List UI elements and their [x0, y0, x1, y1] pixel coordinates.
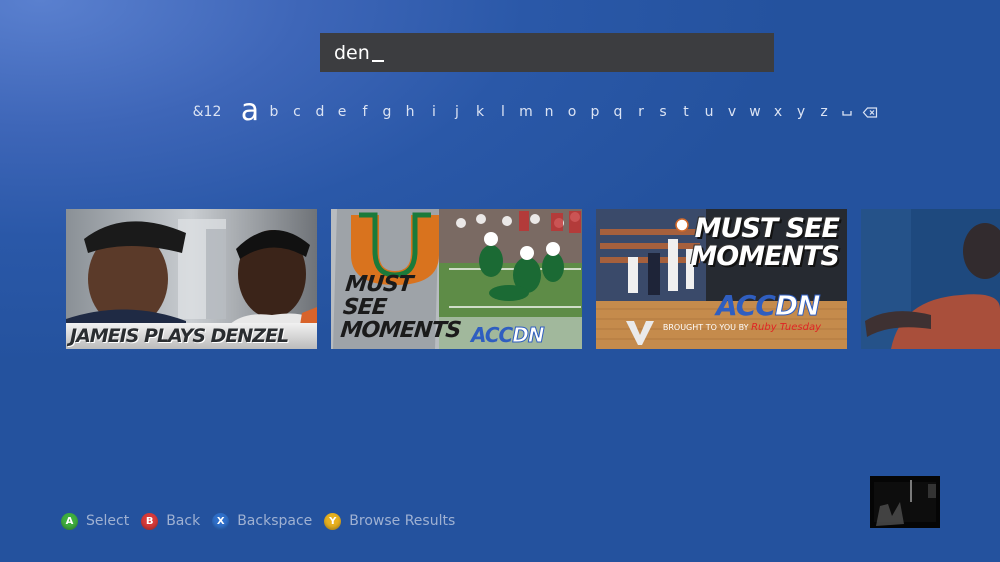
key-l[interactable]: l [496, 96, 510, 128]
key-q[interactable]: q [611, 96, 625, 128]
key-e[interactable]: e [335, 96, 349, 128]
hint-label: Backspace [237, 513, 313, 529]
key-f[interactable]: f [358, 96, 372, 128]
result-tile-3[interactable]: MUST SEE MOMENTS ACCDN BROUGHT TO YOU BY… [596, 209, 847, 349]
key-h[interactable]: h [403, 96, 417, 128]
hint-browse-results[interactable]: Y Browse Results [324, 512, 456, 530]
tile-caption: MUST SEE MOMENTS [690, 213, 840, 272]
key-p[interactable]: p [588, 96, 602, 128]
caption-line: MUST [344, 272, 414, 297]
backspace-icon [862, 106, 878, 118]
key-n[interactable]: n [542, 96, 556, 128]
y-button-icon: Y [324, 512, 342, 530]
accdn-logo: ACCDN [716, 289, 821, 323]
sponsor-brand: Ruby Tuesday [751, 322, 821, 333]
tile-caption: MUST SEE MOMENTS [339, 272, 466, 343]
key-o[interactable]: o [565, 96, 579, 128]
key-y[interactable]: y [794, 96, 808, 128]
key-k[interactable]: k [473, 96, 487, 128]
hint-label: Back [166, 513, 201, 529]
key-i[interactable]: i [427, 96, 441, 128]
key-b[interactable]: b [267, 96, 281, 128]
result-tile-2[interactable]: MUST SEE MOMENTS ACCDN [331, 209, 582, 349]
video-preview [870, 476, 940, 528]
hint-backspace[interactable]: X Backspace [212, 512, 313, 530]
key-z[interactable]: z [817, 96, 831, 128]
key-m[interactable]: m [519, 96, 533, 128]
sponsor-line: BROUGHT TO YOU BY Ruby Tuesday [663, 322, 821, 333]
text-cursor [371, 59, 384, 62]
key-x[interactable]: x [771, 96, 785, 128]
accdn-logo: ACCDN [471, 323, 545, 348]
key-g[interactable]: g [380, 96, 394, 128]
key-w[interactable]: w [748, 96, 762, 128]
sponsor-prefix: BROUGHT TO YOU BY [662, 323, 749, 332]
result-tile-4[interactable] [861, 209, 1000, 349]
hint-back[interactable]: B Back [141, 512, 201, 530]
controller-hints: A Select B Back X Backspace Y Browse Res… [61, 512, 467, 530]
result-tile-1[interactable]: JAMEIS PLAYS DENZEL [66, 209, 317, 349]
on-screen-keyboard: &12 a b c d e f g h i j k l m n o p q r … [0, 93, 1000, 128]
space-icon [842, 111, 852, 116]
x-button-icon: X [212, 512, 230, 530]
key-a-selected[interactable]: a [241, 93, 259, 128]
tile-caption: JAMEIS PLAYS DENZEL [66, 323, 317, 349]
key-symbols[interactable]: &12 [193, 96, 222, 128]
caption-line: MOMENTS [690, 241, 840, 272]
key-c[interactable]: c [290, 96, 304, 128]
search-input[interactable]: den [320, 33, 774, 72]
key-u[interactable]: u [702, 96, 716, 128]
hint-label: Browse Results [349, 513, 456, 529]
logo-accent: DN [512, 323, 545, 348]
key-backspace[interactable] [862, 96, 878, 128]
key-d[interactable]: d [313, 96, 327, 128]
thumbnail-image [861, 209, 1000, 349]
key-j[interactable]: j [450, 96, 464, 128]
caption-line: MUST SEE [694, 213, 840, 244]
hint-select[interactable]: A Select [61, 512, 130, 530]
logo-accent: DN [774, 289, 821, 323]
a-button-icon: A [61, 512, 78, 530]
logo-main: ACC [471, 323, 513, 347]
key-space[interactable] [840, 96, 854, 128]
caption-line: MOMENTS [339, 318, 462, 343]
b-button-icon: B [141, 512, 159, 530]
caption-line: SEE [341, 295, 388, 320]
key-s[interactable]: s [656, 96, 670, 128]
logo-main: ACC [716, 289, 776, 322]
key-t[interactable]: t [679, 96, 693, 128]
preview-image [870, 476, 940, 528]
hint-label: Select [86, 513, 130, 529]
key-v[interactable]: v [725, 96, 739, 128]
key-r[interactable]: r [634, 96, 648, 128]
search-query-text: den [334, 41, 370, 64]
